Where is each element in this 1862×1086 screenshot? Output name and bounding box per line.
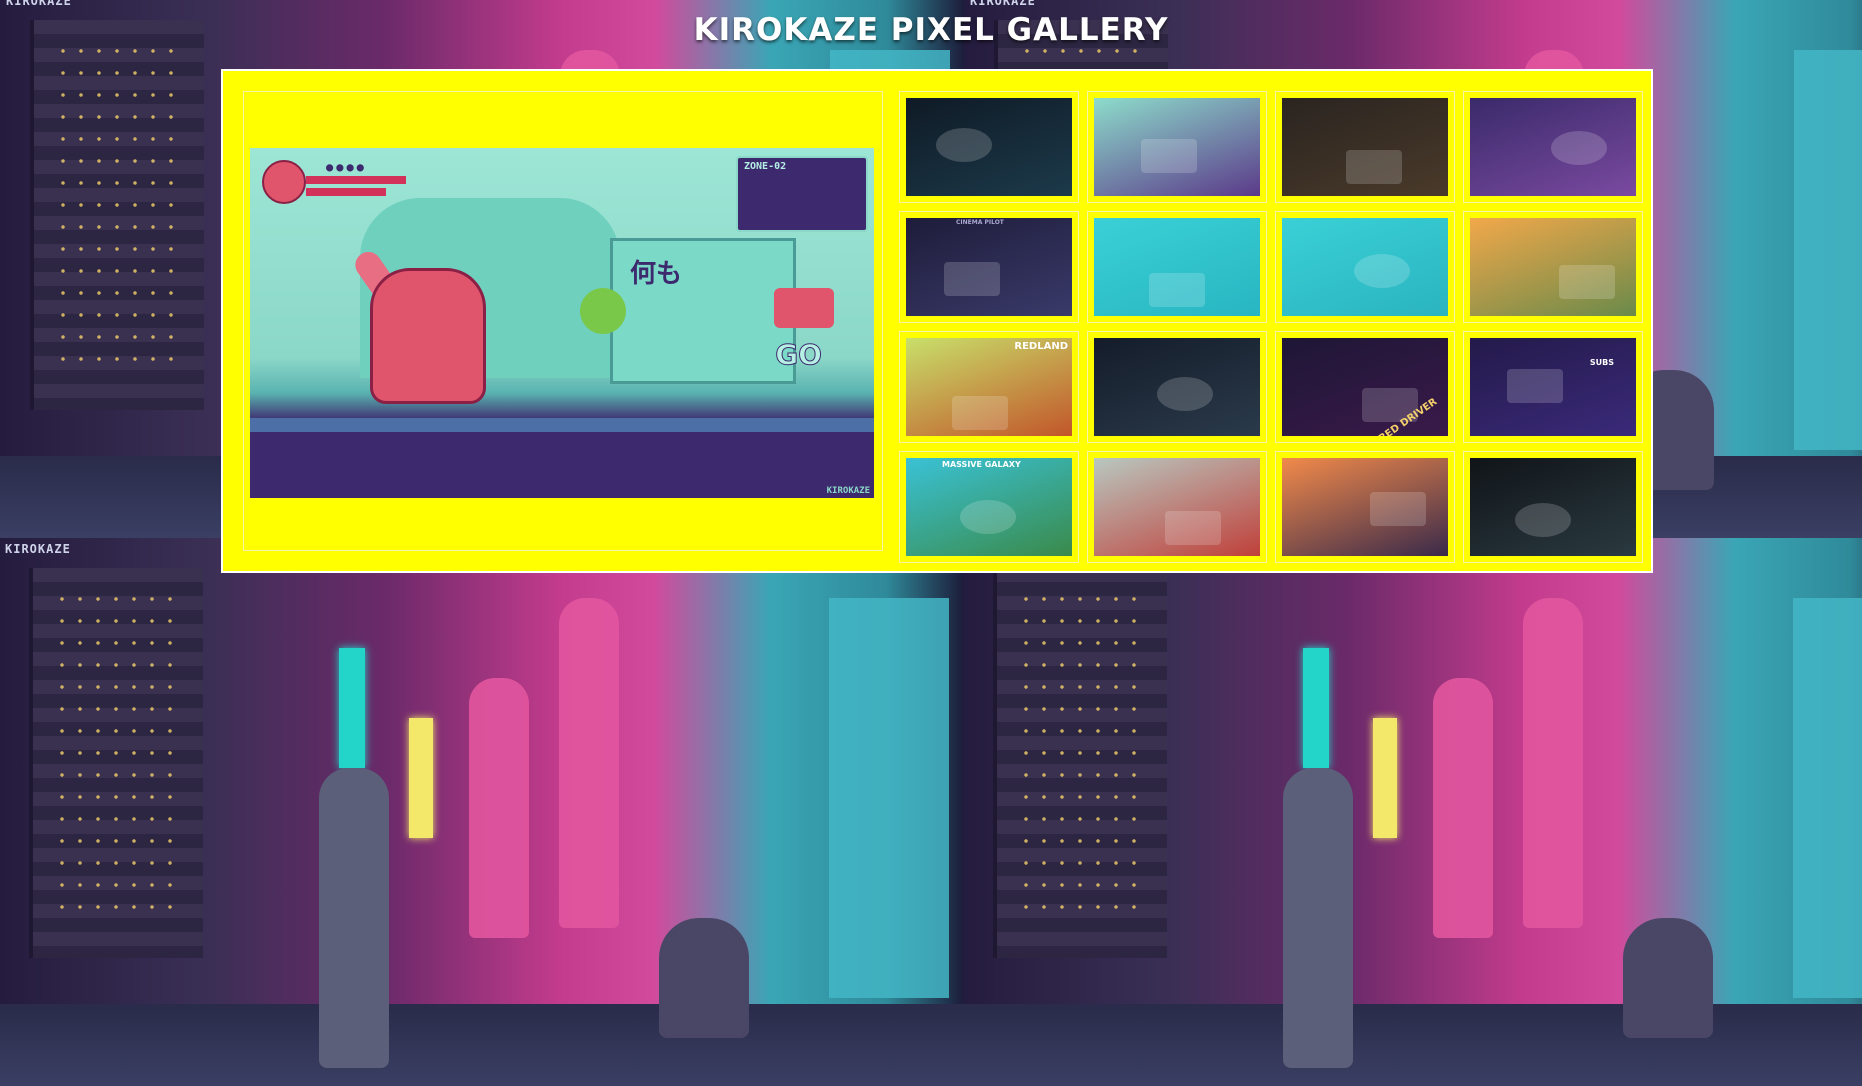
background-watermark: KIROKAZE	[6, 0, 72, 8]
thumb-massive-galaxy[interactable]: MASSIVE GALAXY	[906, 458, 1072, 556]
thumb-red-driver[interactable]: RED DRIVER	[1282, 338, 1448, 436]
sitting-person	[659, 918, 749, 1038]
thumb-dark-mech-room[interactable]	[1282, 98, 1448, 196]
thumbnail-art	[1507, 369, 1563, 403]
featured-frame: 何も ●●●● ZONE-02 GO KIROKAZE	[243, 91, 883, 551]
featured-image[interactable]: 何も ●●●● ZONE-02 GO KIROKAZE	[250, 148, 874, 498]
background-watermark: KIROKAZE	[970, 0, 1036, 8]
thumbnail-cell: CINEMA PILOT	[899, 211, 1079, 323]
thumbnail-label: REDLAND	[1014, 341, 1068, 352]
thumbnail-art	[1559, 265, 1615, 299]
go-sign: GO	[775, 338, 823, 372]
thumbnail-label: SUBS	[1589, 358, 1614, 367]
tree	[580, 288, 626, 334]
thumbnail-art	[1551, 131, 1607, 165]
pointing-hand-sign	[774, 288, 834, 328]
thumbnail-cell	[1275, 451, 1455, 563]
thumbnail-cell	[1087, 211, 1267, 323]
thumbnail-art	[1515, 503, 1571, 537]
thumbnail-art	[936, 128, 992, 162]
thumb-sunset-robot[interactable]	[1470, 218, 1636, 316]
thumb-motorcycle-night[interactable]	[906, 98, 1072, 196]
thumbnail-label: CINEMA PILOT	[956, 219, 1004, 226]
thumb-isometric-ship[interactable]	[1282, 218, 1448, 316]
thumbnail-art	[952, 396, 1008, 430]
thumb-mech-hangar[interactable]	[1094, 458, 1260, 556]
building	[30, 20, 204, 410]
health-hud: ●●●●	[262, 160, 412, 204]
hologram-figure	[469, 678, 529, 938]
background-tile: KIROKAZE	[963, 538, 1862, 1086]
glass-door	[1793, 598, 1862, 998]
thumbnail-cell: MASSIVE GALAXY	[899, 451, 1079, 563]
thumbnail-cell: RED DRIVER	[1275, 331, 1455, 443]
robot-bunny	[370, 268, 486, 404]
thumbnail-cell	[1463, 451, 1643, 563]
building	[29, 568, 203, 958]
thumb-robot-bunny-city[interactable]	[1094, 98, 1260, 196]
kanji-sign: 何も	[630, 259, 683, 289]
thumbnail-art	[1149, 273, 1205, 307]
thumbnail-art	[960, 500, 1016, 534]
neon-sign	[339, 648, 365, 768]
hologram-figure	[1433, 678, 1493, 938]
thumb-redland[interactable]: REDLAND	[906, 338, 1072, 436]
thumb-car-sunset[interactable]	[1282, 458, 1448, 556]
thumbnail-cell: REDLAND	[899, 331, 1079, 443]
building	[993, 568, 1167, 958]
thumbnail-cell	[1463, 211, 1643, 323]
thumbnail-grid: CINEMA PILOT REDLAND RED DRIVER SUBS MASSIVE…	[899, 91, 1643, 563]
thumbnail-cell	[1087, 91, 1267, 203]
thumbnail-art	[1157, 377, 1213, 411]
thumb-subs-robot[interactable]: SUBS	[1470, 338, 1636, 436]
page-title: KIROKAZE PIXEL GALLERY	[693, 12, 1169, 48]
background-tile: KIROKAZE	[0, 538, 963, 1086]
background-watermark: KIROKAZE	[5, 542, 71, 556]
thumbnail-cell: SUBS	[1463, 331, 1643, 443]
thumb-purple-space[interactable]	[1470, 98, 1636, 196]
standing-person	[319, 768, 389, 1068]
thumbnail-label: MASSIVE GALAXY	[942, 460, 1021, 469]
thumbnail-art	[1354, 254, 1410, 288]
thumbnail-cell	[1275, 91, 1455, 203]
thumbnail-art	[1165, 511, 1221, 545]
neon-sign	[1303, 648, 1329, 768]
gallery-panel: 何も ●●●● ZONE-02 GO KIROKAZE CINEMA PILOT…	[221, 69, 1653, 573]
minimap: ZONE-02	[736, 156, 868, 232]
thumb-cinema-pilot[interactable]: CINEMA PILOT	[906, 218, 1072, 316]
neon-sign	[409, 718, 433, 838]
thumbnail-cell	[899, 91, 1079, 203]
thumbnail-art	[1141, 139, 1197, 173]
featured-watermark: KIROKAZE	[826, 486, 870, 496]
thumb-dark-helmet[interactable]	[1470, 458, 1636, 556]
energy-bar	[306, 188, 386, 196]
zone-label: ZONE-02	[744, 161, 787, 172]
hologram-figure	[1523, 598, 1583, 928]
hologram-figure	[559, 598, 619, 928]
thumb-night-city-street[interactable]	[1094, 338, 1260, 436]
player-portrait-icon	[262, 160, 306, 204]
hud-dots: ●●●●	[326, 160, 367, 174]
health-bar	[306, 176, 406, 184]
floor-platform	[250, 418, 874, 498]
thumbnail-cell	[1087, 451, 1267, 563]
thumbnail-art	[944, 262, 1000, 296]
standing-person	[1283, 768, 1353, 1068]
thumbnail-art	[1346, 150, 1402, 184]
thumbnail-cell	[1087, 331, 1267, 443]
glass-door	[1794, 50, 1862, 450]
sitting-person	[1623, 918, 1713, 1038]
thumb-boat-water[interactable]	[1094, 218, 1260, 316]
thumbnail-cell	[1275, 211, 1455, 323]
thumbnail-cell	[1463, 91, 1643, 203]
thumbnail-art	[1370, 492, 1426, 526]
glass-door	[829, 598, 949, 998]
neon-sign	[1373, 718, 1397, 838]
